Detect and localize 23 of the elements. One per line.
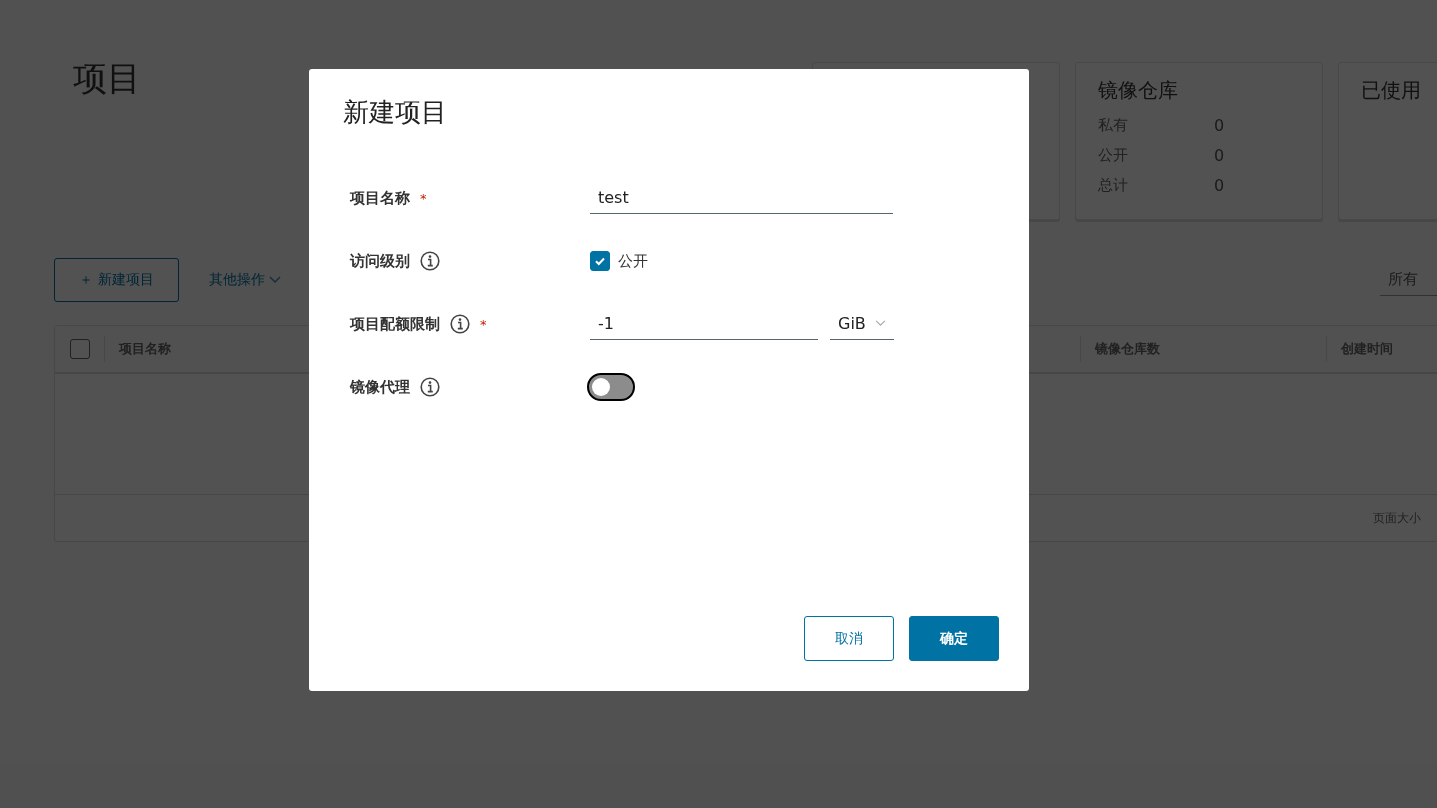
confirm-button[interactable]: 确定 xyxy=(909,616,999,661)
field-label: 访问级别 xyxy=(350,251,410,271)
card-title: 已使用 xyxy=(1361,77,1422,104)
field-label: 项目配额限制 xyxy=(350,314,440,334)
field-label: 镜像代理 xyxy=(350,377,410,397)
info-icon[interactable] xyxy=(420,377,440,397)
toggle-switch[interactable] xyxy=(587,373,635,401)
field-label: 项目名称 xyxy=(350,188,410,208)
dialog-title: 新建项目 xyxy=(343,96,448,129)
required-mark: * xyxy=(480,316,487,332)
card-title: 镜像仓库 xyxy=(1098,77,1179,104)
info-icon[interactable] xyxy=(420,251,440,271)
cancel-button[interactable]: 取消 xyxy=(804,616,894,661)
checkbox[interactable] xyxy=(590,251,610,271)
info-icon[interactable] xyxy=(450,314,470,334)
checkbox-label[interactable]: 公开 xyxy=(618,251,648,271)
page-title: 项目 xyxy=(73,57,142,100)
required-mark: * xyxy=(420,190,427,206)
chevron-down-icon xyxy=(875,320,886,327)
chevron-down-icon xyxy=(269,276,281,284)
select-all-checkbox[interactable] xyxy=(69,339,90,359)
checkmark-icon xyxy=(594,255,606,267)
unit-select[interactable]: GiB xyxy=(830,308,894,340)
